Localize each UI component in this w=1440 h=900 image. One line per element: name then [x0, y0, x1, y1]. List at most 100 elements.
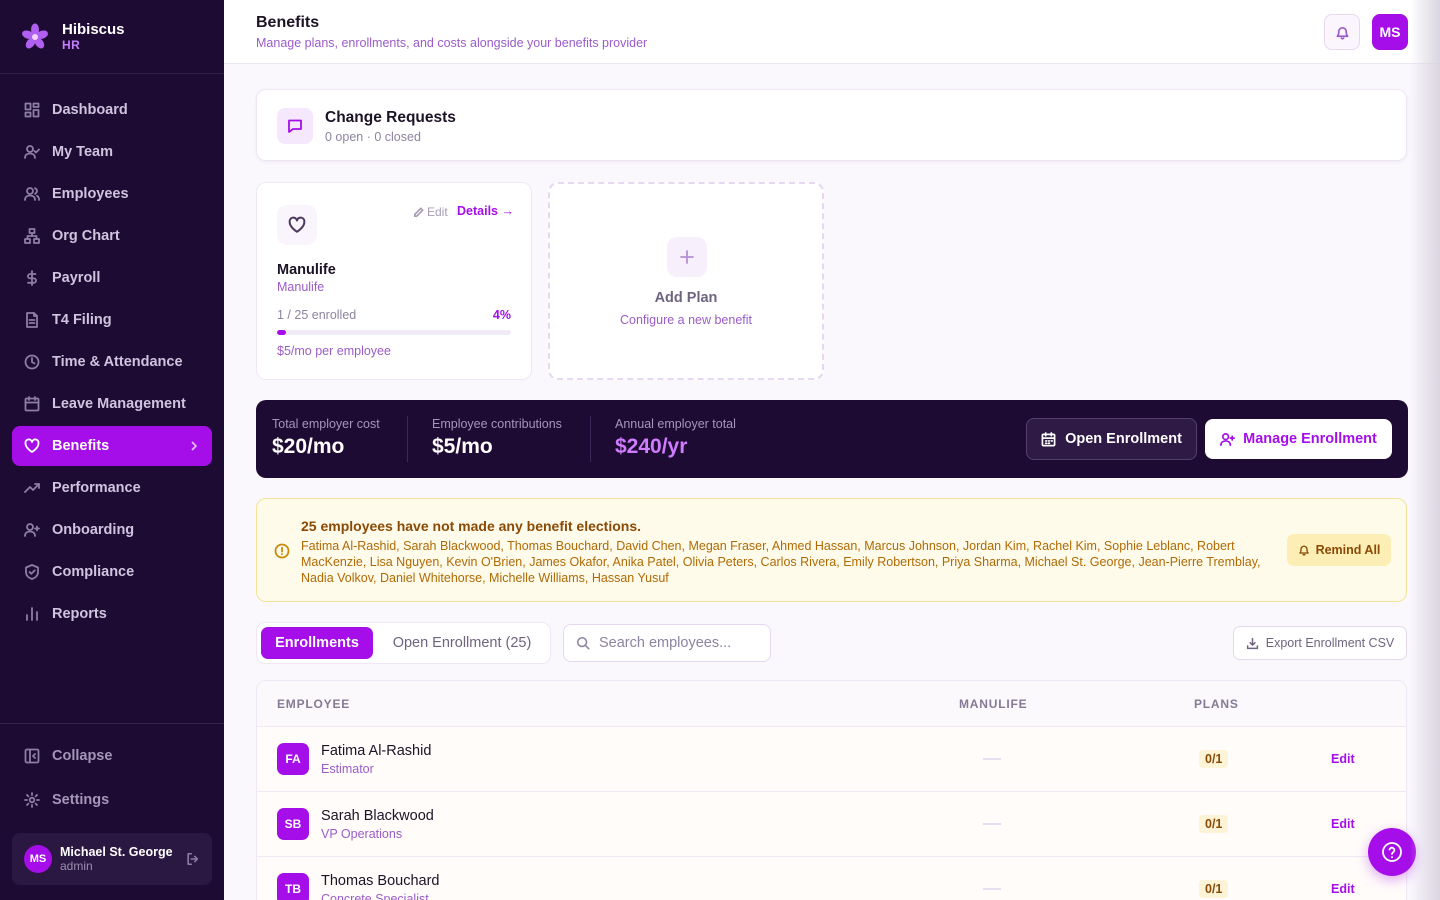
notifications-button[interactable]: [1324, 14, 1360, 50]
sidebar-item-t4-filing[interactable]: T4 Filing: [12, 300, 212, 340]
sidebar: Hibiscus HR Dashboard My Team Employees …: [0, 0, 224, 900]
sidebar-item-dashboard[interactable]: Dashboard: [12, 90, 212, 130]
employee-contributions-stat: Employee contributions $5/mo: [432, 417, 562, 459]
help-circle-icon: [1382, 842, 1402, 862]
plans-count-badge: 0/1: [1199, 750, 1229, 768]
tab-open-enrollment[interactable]: Open Enrollment (25): [377, 627, 547, 659]
user-card[interactable]: MS Michael St. George admin: [12, 833, 212, 885]
table-row: SB Sarah Blackwood VP Operations 0/1 Edi…: [257, 792, 1406, 857]
header-avatar[interactable]: MS: [1372, 14, 1408, 50]
annual-total-label: Annual employer total: [615, 417, 736, 431]
open-enrollment-label: Open Enrollment: [1065, 431, 1182, 447]
logout-icon[interactable]: [186, 852, 200, 866]
enrollment-tabs: Enrollments Open Enrollment (25): [256, 622, 551, 664]
plan-enrolled-count: 1 / 25 enrolled: [277, 308, 357, 322]
plus-icon: [667, 237, 707, 277]
plan-provider: Manulife: [277, 280, 325, 294]
employee-contributions-label: Employee contributions: [432, 417, 562, 431]
bell-icon: [1336, 26, 1348, 40]
plans-count-badge: 0/1: [1199, 815, 1229, 833]
sidebar-nav: Dashboard My Team Employees Org Chart Pa…: [12, 90, 212, 636]
sidebar-item-performance[interactable]: Performance: [12, 468, 212, 508]
employee-role: Concrete Specialist: [321, 892, 429, 900]
change-requests-title: Change Requests: [325, 109, 456, 126]
gear-icon: [24, 792, 40, 808]
remind-all-button[interactable]: Remind All: [1287, 534, 1391, 566]
scroll-edge-shadow: [1410, 0, 1440, 900]
message-square-icon: [277, 108, 313, 144]
sidebar-collapse-icon: [24, 748, 40, 764]
column-header-employee: EMPLOYEE: [277, 697, 351, 711]
tab-enrollments[interactable]: Enrollments: [261, 627, 373, 659]
sidebar-item-time-attendance[interactable]: Time & Attendance: [12, 342, 212, 382]
user-name: Michael St. George: [60, 845, 173, 859]
sidebar-item-compliance[interactable]: Compliance: [12, 552, 212, 592]
sidebar-item-my-team[interactable]: My Team: [12, 132, 212, 172]
brand-name: Hibiscus: [62, 21, 125, 38]
change-requests-card[interactable]: Change Requests 0 open · 0 closed: [256, 89, 1407, 161]
collapse-button[interactable]: Collapse: [12, 736, 212, 776]
manage-enrollment-button[interactable]: Manage Enrollment: [1205, 419, 1392, 459]
annual-total-value: $240/yr: [615, 435, 688, 458]
enrollment-progress-bar: [277, 330, 511, 335]
not-enrolled-dash: [983, 888, 1001, 890]
dollar-icon: [27, 270, 37, 286]
plan-details-link[interactable]: Details →: [457, 204, 514, 218]
plan-name: Manulife: [277, 262, 336, 278]
avatar: MS: [24, 845, 52, 873]
download-icon: [1246, 637, 1258, 649]
sidebar-item-payroll[interactable]: Payroll: [12, 258, 212, 298]
user-plus-icon: [1220, 432, 1236, 446]
cost-summary-bar: Total employer cost $20/mo Employee cont…: [256, 400, 1408, 478]
calendar-icon: [1041, 431, 1056, 446]
plan-edit-button[interactable]: Edit: [413, 205, 448, 219]
sidebar-item-label: T4 Filing: [52, 312, 112, 328]
plans-count-badge: 0/1: [1199, 880, 1229, 898]
sidebar-item-label: Org Chart: [52, 228, 120, 244]
sidebar-item-onboarding[interactable]: Onboarding: [12, 510, 212, 550]
settings-label: Settings: [52, 792, 110, 808]
export-csv-button[interactable]: Export Enrollment CSV: [1233, 626, 1407, 660]
settings-button[interactable]: Settings: [12, 780, 212, 820]
heart-icon: [24, 438, 40, 453]
add-plan-title: Add Plan: [654, 290, 718, 306]
search-input[interactable]: [599, 635, 759, 651]
bar-chart-icon: [26, 607, 38, 621]
edit-enrollment-button[interactable]: Edit: [1331, 817, 1355, 831]
sidebar-item-reports[interactable]: Reports: [12, 594, 212, 634]
open-enrollment-button[interactable]: Open Enrollment: [1026, 418, 1197, 460]
sidebar-item-employees[interactable]: Employees: [12, 174, 212, 214]
table-row: FA Fatima Al-Rashid Estimator 0/1 Edit: [257, 727, 1406, 792]
employer-cost-value: $20/mo: [272, 435, 345, 458]
sidebar-item-benefits[interactable]: Benefits: [12, 426, 212, 466]
avatar: SB: [277, 808, 309, 840]
chevron-right-icon: [191, 441, 197, 451]
calendar-icon: [24, 396, 40, 412]
sidebar-item-leave-management[interactable]: Leave Management: [12, 384, 212, 424]
column-header-plan: MANULIFE: [959, 697, 1028, 711]
enrollments-table: EMPLOYEE MANULIFE PLANS FA Fatima Al-Ras…: [256, 680, 1407, 900]
org-chart-icon: [24, 228, 40, 244]
not-enrolled-dash: [983, 823, 1001, 825]
sidebar-item-label: Dashboard: [52, 102, 128, 118]
brand[interactable]: Hibiscus HR: [0, 0, 224, 74]
plan-card-manulife: Edit Details → Manulife Manulife 1 / 25 …: [256, 182, 532, 380]
edit-enrollment-button[interactable]: Edit: [1331, 752, 1355, 766]
edit-enrollment-button[interactable]: Edit: [1331, 882, 1355, 896]
help-button[interactable]: [1368, 828, 1416, 876]
heart-icon: [277, 205, 317, 245]
sidebar-item-label: Employees: [52, 186, 129, 202]
table-row: TB Thomas Bouchard Concrete Specialist 0…: [257, 857, 1406, 900]
document-icon: [26, 312, 38, 328]
user-role: admin: [60, 859, 93, 873]
employee-name: Sarah Blackwood: [321, 808, 434, 824]
remind-all-label: Remind All: [1315, 543, 1381, 557]
add-plan-card[interactable]: Add Plan Configure a new benefit: [548, 182, 824, 380]
sidebar-item-org-chart[interactable]: Org Chart: [12, 216, 212, 256]
page-subtitle: Manage plans, enrollments, and costs alo…: [256, 36, 648, 50]
sidebar-footer: Collapse Settings MS Michael St. George …: [0, 723, 224, 885]
sidebar-item-label: Payroll: [52, 270, 101, 286]
employee-contributions-value: $5/mo: [432, 435, 493, 458]
plan-cost: $5/mo per employee: [277, 344, 391, 358]
hibiscus-logo-icon: [22, 23, 48, 48]
